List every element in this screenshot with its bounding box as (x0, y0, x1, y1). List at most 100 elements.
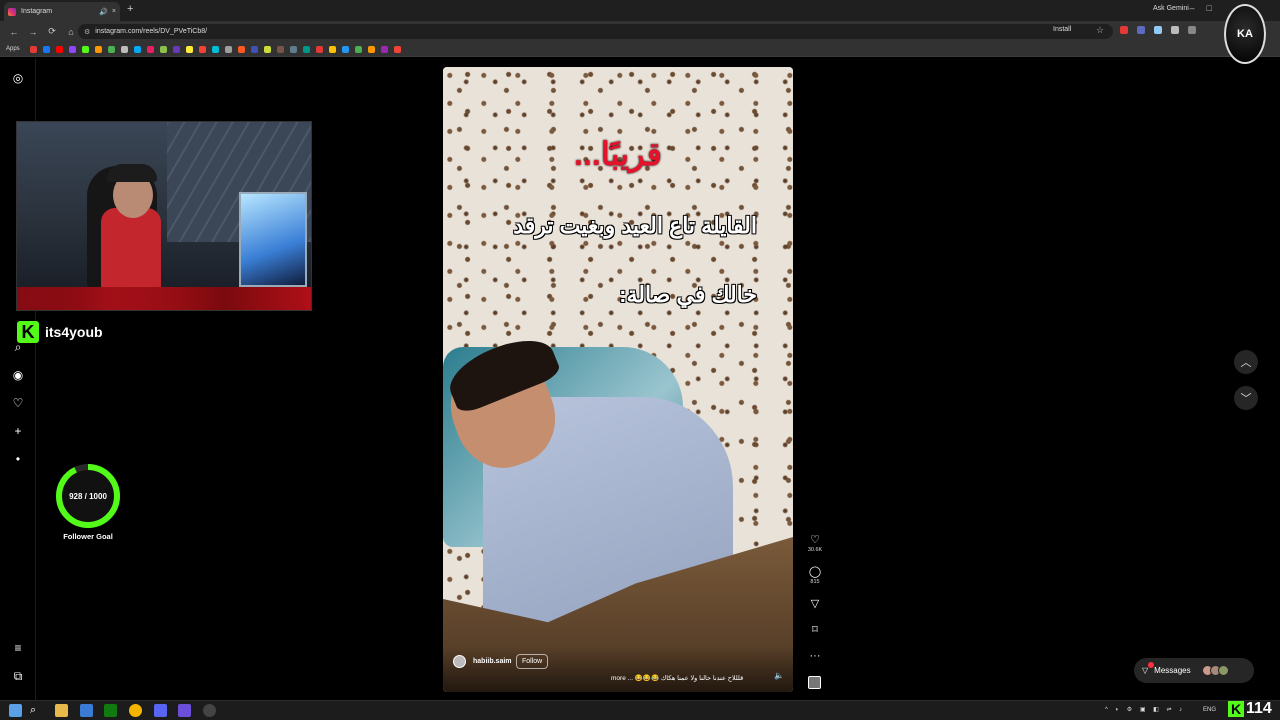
discord-icon[interactable] (154, 704, 167, 717)
goal-count: 928 / 1000 (69, 492, 107, 501)
next-reel-button[interactable]: ﹀ (1234, 386, 1258, 410)
app-icon[interactable] (178, 704, 191, 717)
send-icon: ▽ (1142, 666, 1149, 675)
avatar (1217, 665, 1229, 676)
instagram-logo-icon[interactable]: ◎ (11, 71, 25, 85)
bookmark-star-icon[interactable]: ☆ (1096, 25, 1104, 36)
bookmark-icon[interactable] (146, 45, 154, 53)
extension-icon[interactable] (1188, 26, 1196, 34)
bookmark-icon[interactable] (55, 45, 63, 53)
webcam-overlay (16, 121, 312, 311)
like-button[interactable]: ♡ 30.6K (806, 533, 824, 553)
chrome-icon[interactable] (129, 704, 142, 717)
language-indicator[interactable]: ENG (1203, 707, 1216, 713)
mute-toggle-icon[interactable]: 🔈 (774, 671, 784, 680)
extensions-area (1120, 26, 1196, 34)
bookmark-icon[interactable] (224, 45, 232, 53)
reel-author-avatar[interactable] (453, 655, 466, 668)
back-button[interactable]: ← (9, 27, 19, 37)
tab-close-button[interactable]: × (112, 8, 116, 15)
comment-button[interactable]: ◯ 815 (806, 565, 824, 585)
profile-avatar-icon[interactable]: • (11, 452, 25, 466)
bookmark-icon[interactable] (237, 45, 245, 53)
bookmark-icon[interactable] (367, 45, 375, 53)
address-bar[interactable]: ⚙ instagram.com/reels/DV_PVeTiCb8/ (78, 24, 1113, 39)
save-button[interactable]: ⌑ (806, 623, 824, 637)
notifications-heart-icon[interactable]: ♡ (11, 396, 25, 410)
kick-logo-icon: K (17, 321, 39, 343)
bookmark-icon[interactable] (81, 45, 89, 53)
channel-crest-logo: KA (1224, 4, 1266, 64)
bookmark-icon[interactable] (133, 45, 141, 53)
reload-button[interactable]: ⟳ (47, 26, 57, 37)
obs-icon[interactable] (203, 704, 216, 717)
bookmark-icon[interactable] (380, 45, 388, 53)
ask-gemini-button[interactable]: Ask Gemini (1153, 5, 1189, 12)
heart-icon: ♡ (810, 534, 820, 546)
bookmark-icon[interactable] (172, 45, 180, 53)
store-icon[interactable] (80, 704, 93, 717)
previous-reel-button[interactable]: ︿ (1234, 350, 1258, 374)
bookmark-icon[interactable] (159, 45, 167, 53)
bookmark-icon[interactable] (289, 45, 297, 53)
bookmark-icon[interactable] (328, 45, 336, 53)
speaker-icon[interactable]: 🔊 (99, 8, 108, 16)
comment-count: 815 (810, 579, 820, 585)
bookmark-icon[interactable] (276, 45, 284, 53)
tab-instagram[interactable]: Instagram 🔊 × (4, 2, 120, 21)
extension-icon[interactable] (1120, 26, 1128, 34)
reel-author-username[interactable]: habiib.saim (473, 658, 512, 665)
create-plus-icon[interactable]: + (11, 424, 25, 438)
bookmark-icon[interactable] (185, 45, 193, 53)
extension-icon[interactable] (1171, 26, 1179, 34)
bookmark-icon[interactable] (211, 45, 219, 53)
follow-button[interactable]: Follow (516, 654, 549, 669)
reel-caption-line1: القايلة تاع العيد وبغيت ترقد (513, 213, 757, 238)
extension-icon[interactable] (1154, 26, 1162, 34)
bookmark-icon[interactable] (354, 45, 362, 53)
more-options-button[interactable]: ··· (806, 649, 824, 663)
start-menu-icon[interactable] (9, 704, 22, 717)
viewer-count: 114 (1246, 700, 1272, 717)
extension-icon[interactable] (1137, 26, 1145, 34)
instagram-favicon-icon (8, 7, 16, 16)
webcam-decorative-bar (17, 287, 311, 310)
file-explorer-icon[interactable] (55, 704, 68, 717)
xbox-icon[interactable] (104, 704, 117, 717)
also-from-meta-icon[interactable]: ⧉ (11, 669, 25, 683)
like-count: 30.6K (807, 547, 823, 553)
bookmark-icon[interactable] (250, 45, 258, 53)
new-tab-button[interactable]: + (127, 3, 133, 15)
bookmark-icon[interactable] (107, 45, 115, 53)
audio-thumbnail[interactable] (808, 676, 821, 689)
more-menu-icon[interactable]: ≡ (11, 641, 25, 655)
gaming-pc (239, 192, 307, 287)
messages-button[interactable]: ▽ Messages (1134, 658, 1254, 683)
reel-video[interactable]: قريبًا... القايلة تاع العيد وبغيت ترقد خ… (443, 67, 793, 692)
bookmark-icon[interactable] (29, 45, 37, 53)
bookmark-icon[interactable] (94, 45, 102, 53)
bookmark-icon[interactable] (68, 45, 76, 53)
explore-icon[interactable]: ◉ (11, 368, 25, 382)
system-tray[interactable]: ^ ◐ ⚙ ▣ ◧ ⇌ ♪ (1105, 706, 1185, 713)
install-button[interactable]: Install (1053, 26, 1071, 33)
search-icon[interactable]: ⌕ (30, 704, 43, 717)
follower-goal-ring: 928 / 1000 (56, 464, 120, 528)
bookmarks-bar: Apps (0, 42, 1280, 57)
forward-button[interactable]: → (28, 27, 38, 37)
bookmark-icon[interactable] (120, 45, 128, 53)
bookmark-icon[interactable] (315, 45, 323, 53)
bookmark-icon[interactable] (393, 45, 401, 53)
bookmark-icon[interactable] (302, 45, 310, 53)
bookmark-icon[interactable] (341, 45, 349, 53)
apps-bookmark[interactable]: Apps (6, 46, 20, 52)
bookmark-icon[interactable] (42, 45, 50, 53)
bookmark-icon[interactable] (198, 45, 206, 53)
site-settings-icon[interactable]: ⚙ (84, 28, 90, 36)
bookmark-icon[interactable] (263, 45, 271, 53)
windows-taskbar: ⌕ ^ ◐ ⚙ ▣ ◧ ⇌ ♪ ENG (0, 700, 1280, 720)
reel-description[interactable]: قلللاح عندنا حالنا ولا عمنا هكاك 😂😂😂 ...… (611, 674, 743, 682)
home-button[interactable]: ⌂ (66, 27, 76, 37)
share-button[interactable]: ▽ (806, 597, 824, 611)
window-controls[interactable]: –□ (1190, 3, 1224, 13)
